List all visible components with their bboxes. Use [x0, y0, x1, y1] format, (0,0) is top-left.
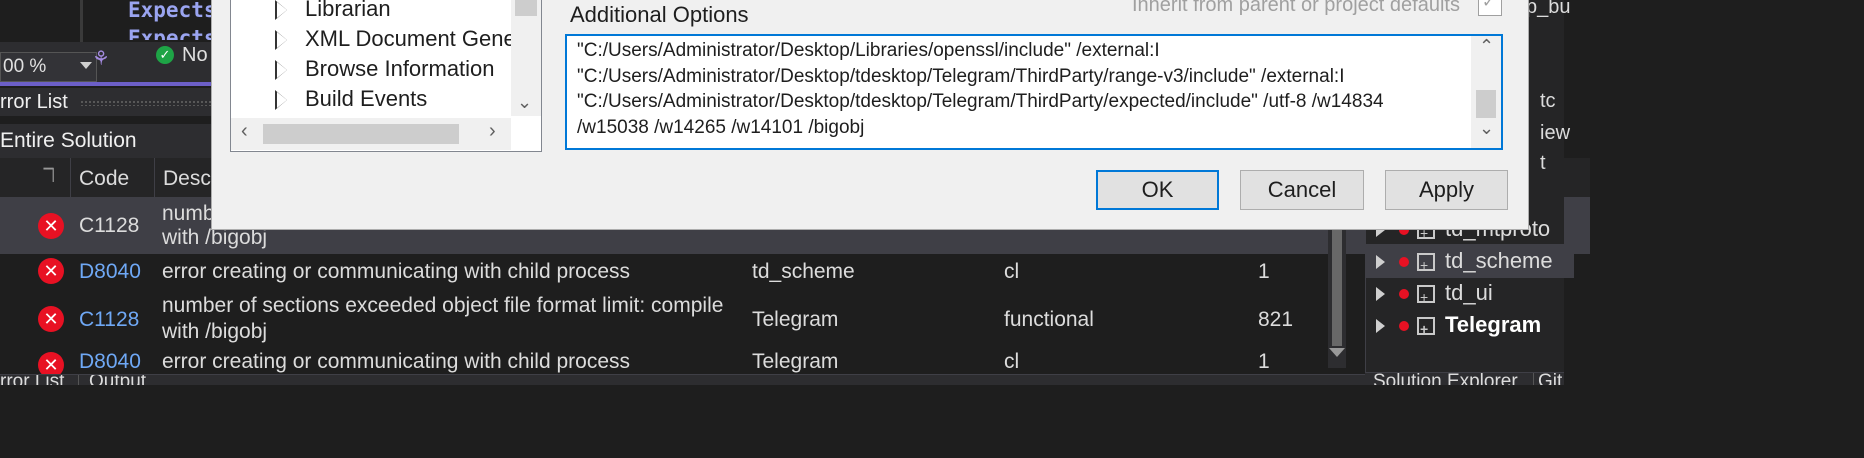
solution-item-partial: tc — [1540, 90, 1556, 112]
expand-arrow-icon[interactable] — [1376, 255, 1385, 270]
error-project: Telegram — [752, 308, 839, 331]
scroll-down-icon[interactable] — [1329, 348, 1345, 357]
error-dot-icon — [1399, 289, 1409, 300]
scrollbar-thumb[interactable] — [1332, 214, 1342, 346]
check-icon: ✓ — [1482, 0, 1496, 11]
live-share-icon[interactable]: ⚘ — [92, 46, 114, 70]
solution-item-partial: iew — [1540, 122, 1571, 144]
solution-project-telegram[interactable]: Telegram — [1376, 308, 1541, 346]
tree-item-build-events[interactable]: Build Events — [275, 86, 427, 112]
error-line: 1 — [1258, 260, 1270, 283]
additional-options-value[interactable]: "C:/Users/Administrator/Desktop/Librarie… — [577, 38, 1467, 140]
tree-vertical-scrollbar[interactable]: ⌄ — [511, 0, 541, 116]
tab-git[interactable]: Git — [1533, 373, 1562, 385]
chevron-left-icon[interactable]: ‹ — [241, 120, 248, 143]
error-line: 821 — [1258, 308, 1294, 331]
error-code-link[interactable]: C1128 — [79, 308, 139, 332]
scrollbar-thumb[interactable] — [515, 0, 537, 16]
additional-options-field[interactable]: "C:/Users/Administrator/Desktop/Librarie… — [565, 34, 1503, 150]
zoom-value: 00 % — [3, 56, 47, 77]
check-icon: ✓ — [156, 46, 174, 64]
apply-button[interactable]: Apply — [1385, 170, 1508, 210]
error-description: numb — [162, 202, 215, 225]
solution-item-partial: t — [1540, 152, 1546, 174]
solution-item-partial: p_bu — [1526, 0, 1571, 18]
error-icon: ✕ — [38, 258, 64, 284]
error-icon: ✕ — [38, 306, 64, 332]
tree-item-xml-document-generator[interactable]: XML Document Genera — [275, 26, 535, 52]
cancel-button[interactable]: Cancel — [1240, 170, 1364, 210]
project-icon — [1417, 280, 1435, 314]
scrollbar-thumb[interactable] — [263, 124, 459, 144]
issues-status: No — [182, 44, 208, 66]
error-description: error creating or communicating with chi… — [162, 350, 631, 373]
inherit-label: Inherit from parent or project defaults — [1132, 0, 1460, 16]
error-dot-icon — [1399, 257, 1409, 268]
error-file: functional — [1004, 308, 1094, 331]
expand-arrow-icon[interactable] — [1376, 287, 1385, 302]
error-file: cl — [1004, 350, 1020, 373]
bottom-tab-strip: rror List Output — [0, 374, 1365, 385]
filter-icon[interactable]: ▔▏ — [44, 154, 62, 196]
error-line: 1 — [1258, 350, 1270, 373]
error-project: Telegram — [752, 350, 839, 373]
tree-item-librarian[interactable]: Librarian — [275, 0, 391, 22]
expand-arrow-icon[interactable] — [1376, 319, 1385, 334]
code-line: Expects — [128, 26, 217, 40]
ok-button[interactable]: OK — [1096, 170, 1219, 210]
tab-error-list[interactable]: rror List — [0, 375, 64, 385]
code-line: Expects — [128, 0, 217, 22]
solution-project-td-scheme[interactable]: td_scheme — [1366, 244, 1574, 282]
error-code-link[interactable]: D8040 — [79, 260, 141, 284]
error-dot-icon — [1399, 321, 1409, 332]
error-file: cl — [1004, 260, 1020, 283]
error-code: C1128 — [79, 214, 140, 237]
column-header-code[interactable]: Code — [70, 158, 154, 200]
error-icon: ✕ — [38, 352, 64, 374]
error-description: number of sections exceeded object file … — [162, 294, 724, 317]
additional-options-label: Additional Options — [570, 2, 749, 27]
error-project: td_scheme — [752, 260, 855, 283]
project-icon — [1417, 312, 1435, 346]
options-scrollbar[interactable]: ⌃ ⌄ — [1471, 36, 1501, 148]
chevron-down-icon[interactable] — [80, 62, 92, 69]
column-header-icon[interactable]: ▔▏ — [0, 158, 70, 200]
tree-item-browse-information[interactable]: Browse Information — [275, 56, 495, 82]
error-description: with /bigobj — [162, 320, 268, 343]
solution-bottom-tabs: Solution Explorer Git — [1365, 372, 1564, 385]
project-icon — [1417, 248, 1435, 282]
error-code-link[interactable]: D8040 — [79, 350, 141, 374]
chevron-down-icon[interactable]: ⌄ — [1479, 118, 1494, 139]
error-icon: ✕ — [38, 213, 64, 239]
inherit-checkbox[interactable]: ✓ — [1478, 0, 1502, 16]
tree-horizontal-scrollbar[interactable]: ‹ › — [231, 118, 511, 150]
scrollbar-thumb[interactable] — [1476, 90, 1496, 118]
error-description: error creating or communicating with chi… — [162, 260, 631, 283]
table-row[interactable]: ✕ D8040 error creating or communicating … — [0, 350, 1590, 374]
solution-project-td-ui[interactable]: td_ui — [1376, 276, 1493, 314]
chevron-right-icon[interactable]: › — [489, 120, 496, 143]
tab-solution-explorer[interactable]: Solution Explorer — [1373, 373, 1518, 385]
chevron-down-icon[interactable]: ⌄ — [517, 92, 532, 113]
tab-output[interactable]: Output — [78, 375, 146, 385]
property-tree: Librarian XML Document Genera Browse Inf… — [230, 0, 542, 152]
table-row[interactable]: ✕ C1128 number of sections exceeded obje… — [0, 290, 1590, 350]
table-row[interactable]: ✕ D8040 error creating or communicating … — [0, 254, 1590, 288]
chevron-up-icon[interactable]: ⌃ — [1479, 36, 1494, 57]
